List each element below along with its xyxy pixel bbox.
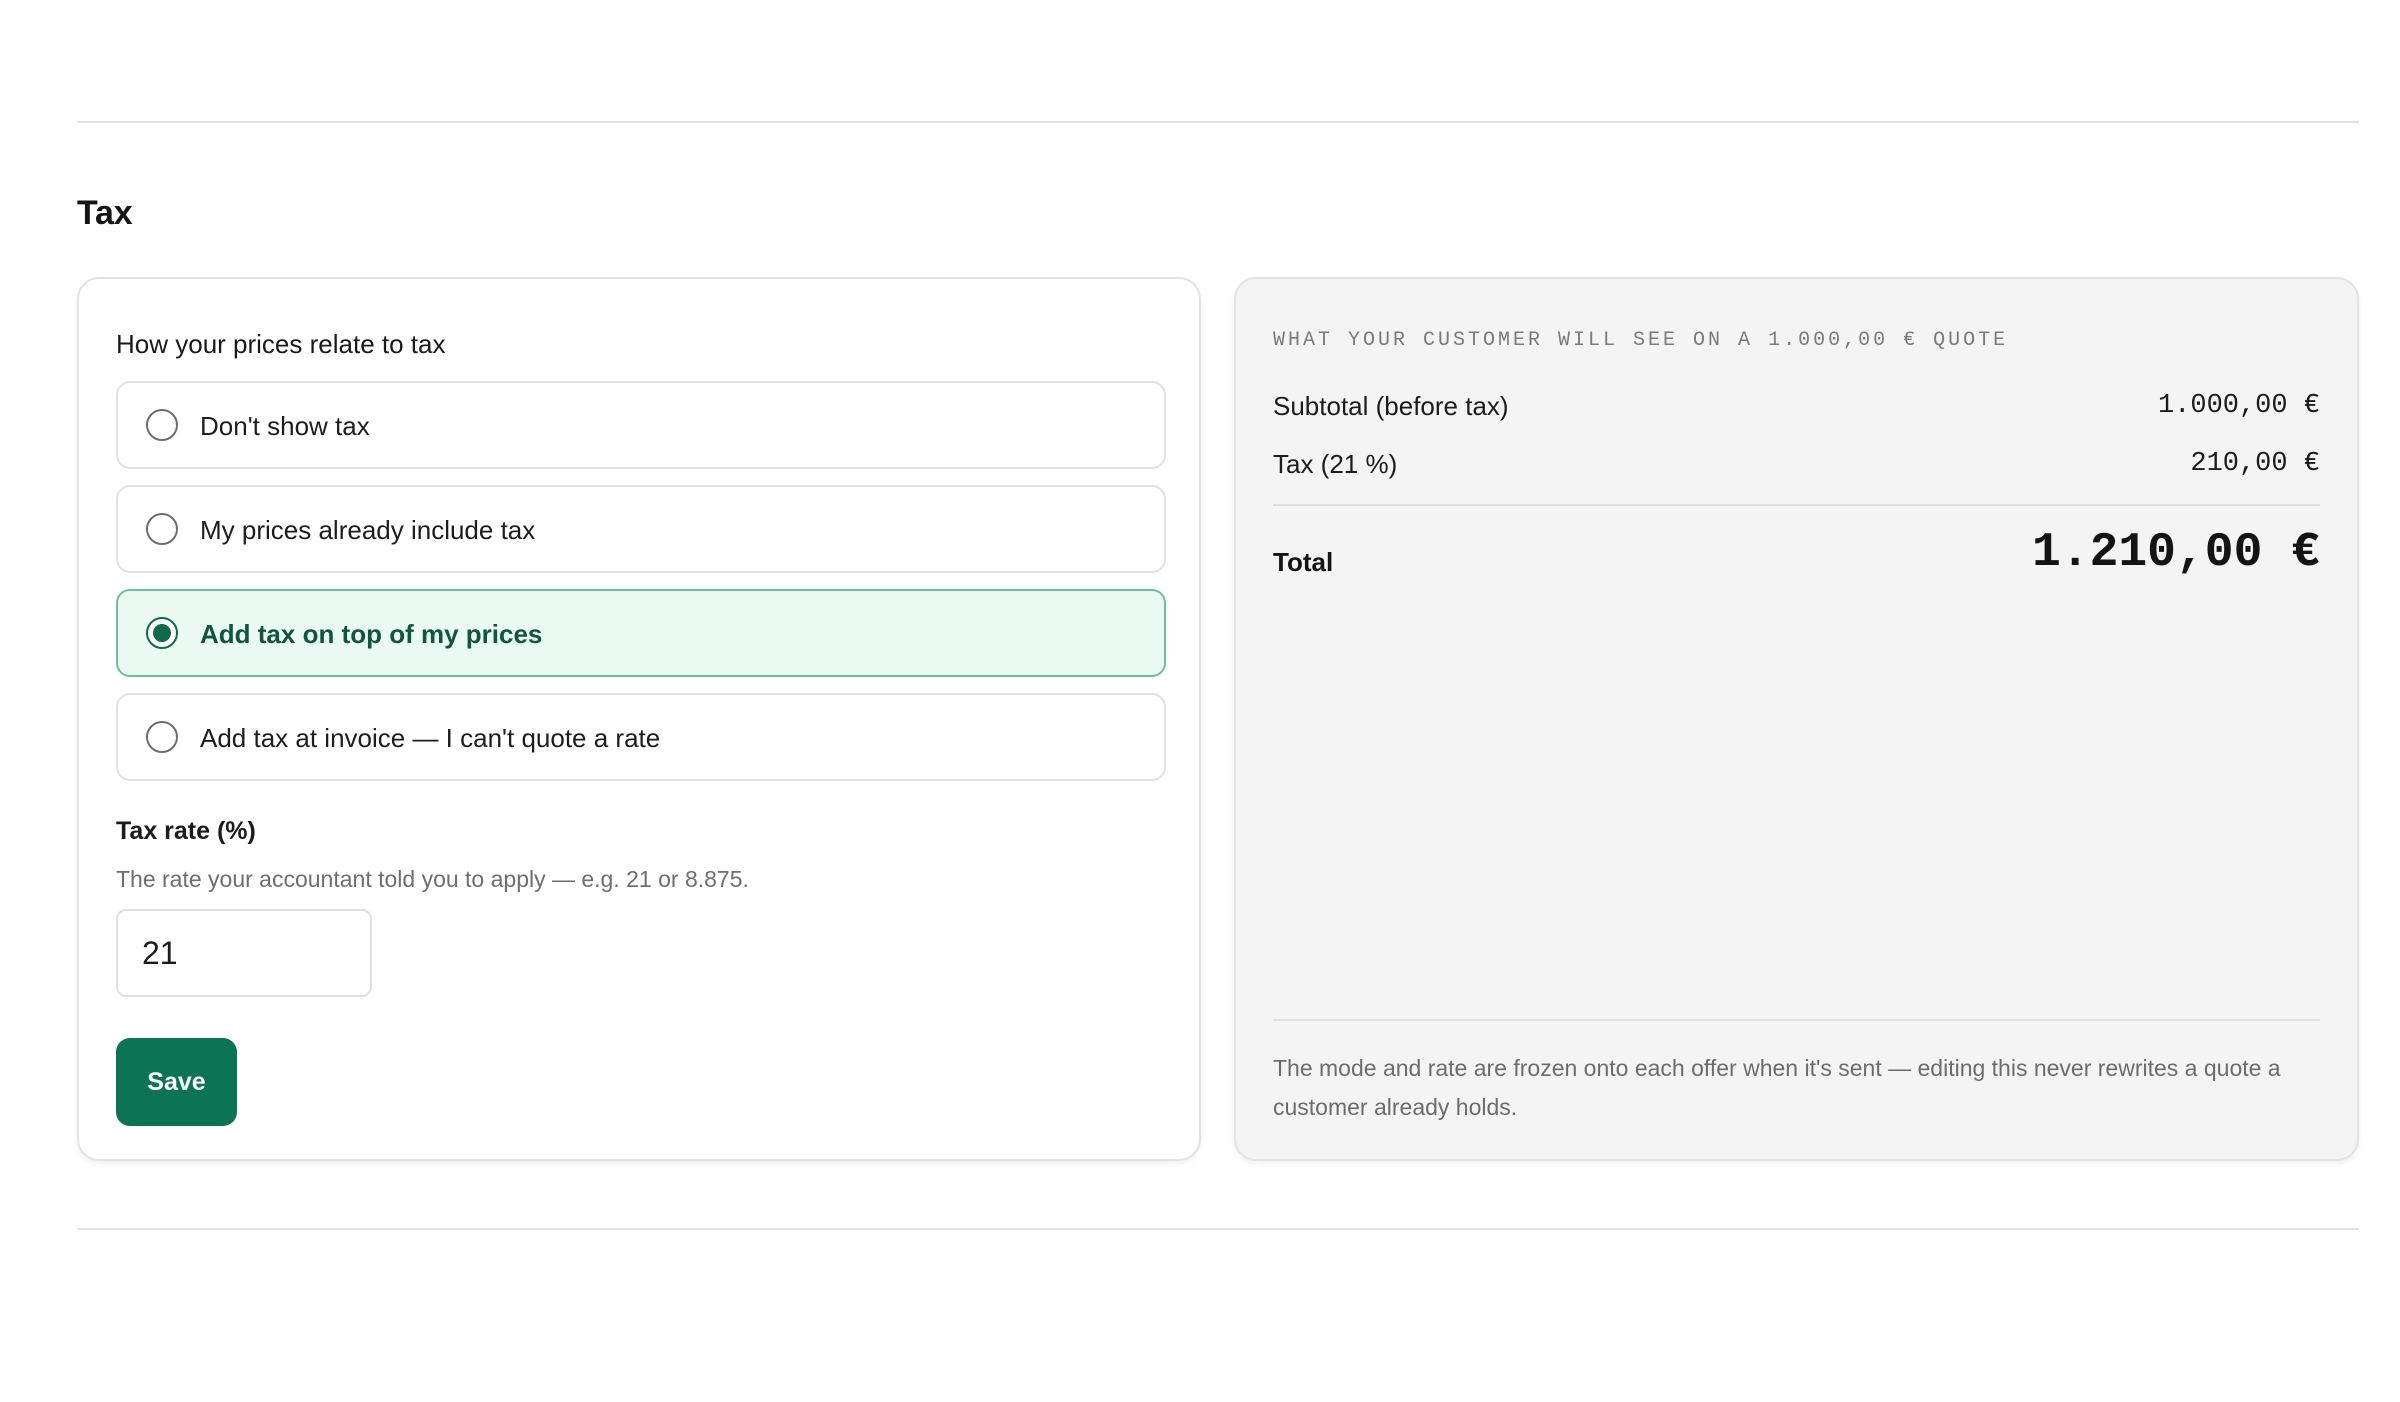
preview-heading: WHAT YOUR CUSTOMER WILL SEE ON A 1.000,0… <box>1273 329 2009 352</box>
tax-settings-page: Tax How your prices relate to tax Don't … <box>0 0 2400 1402</box>
option-label: Don't show tax <box>200 411 370 441</box>
preview-footnote: The mode and rate are frozen onto each o… <box>1273 1055 2281 1120</box>
radio-button[interactable] <box>146 513 178 545</box>
tax-mode-option-included[interactable]: My prices already include tax <box>116 485 1166 573</box>
option-label: Add tax at invoice — I can't quote a rat… <box>200 723 661 753</box>
tax-mode-option-on-top[interactable]: Add tax on top of my prices <box>116 589 1166 677</box>
top-divider <box>77 121 2359 123</box>
preview-divider <box>1273 504 2320 506</box>
radio-button[interactable] <box>146 409 178 441</box>
option-label: Add tax on top of my prices <box>200 619 543 649</box>
tax-rate-label: Tax rate (%) <box>116 817 256 845</box>
tax-label: Tax (21 %) <box>1273 449 1398 479</box>
save-button[interactable]: Save <box>116 1038 237 1126</box>
subtotal-value: 1.000,00 € <box>2157 391 2320 421</box>
tax-mode-option-at-invoice[interactable]: Add tax at invoice — I can't quote a rat… <box>116 693 1166 781</box>
tax-rate-input[interactable] <box>116 909 372 997</box>
radio-button[interactable] <box>146 721 178 753</box>
tax-rate-help: The rate your accountant told you to app… <box>116 866 749 892</box>
tax-settings-card: How your prices relate to tax Don't show… <box>77 277 1201 1161</box>
tax-value: 210,00 € <box>2190 449 2320 479</box>
total-value: 1.210,00 € <box>2031 526 2320 580</box>
radio-button-selected[interactable] <box>146 617 178 649</box>
tax-mode-label: How your prices relate to tax <box>116 329 446 359</box>
bottom-divider <box>77 1228 2359 1230</box>
tax-mode-option-dont-show[interactable]: Don't show tax <box>116 381 1166 469</box>
total-label: Total <box>1273 547 1334 577</box>
option-label: My prices already include tax <box>200 515 536 545</box>
section-title: Tax <box>77 194 133 232</box>
footnote-divider <box>1273 1019 2320 1021</box>
quote-preview-card: WHAT YOUR CUSTOMER WILL SEE ON A 1.000,0… <box>1234 277 2359 1161</box>
subtotal-label: Subtotal (before tax) <box>1273 391 1509 421</box>
